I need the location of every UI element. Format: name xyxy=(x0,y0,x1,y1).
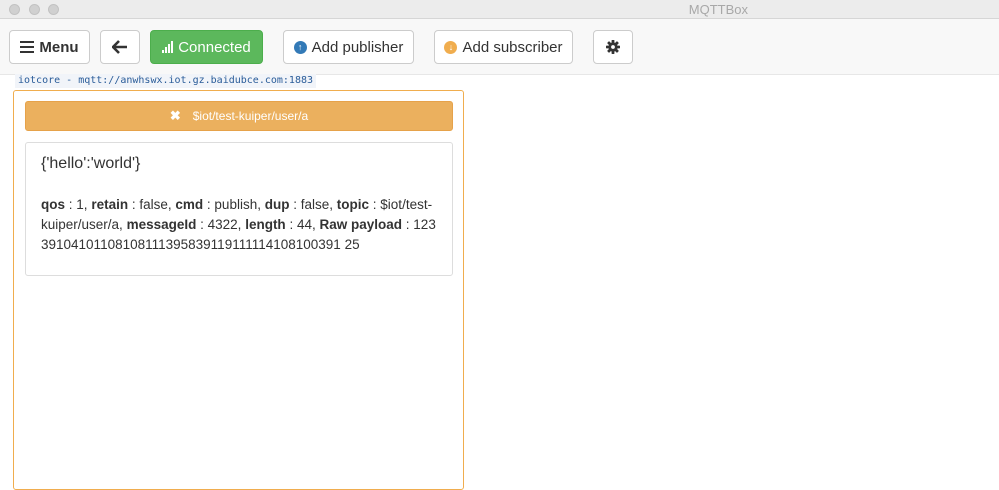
window-title: MQTTBox xyxy=(688,2,748,17)
connected-button-label: Connected xyxy=(178,38,251,56)
hamburger-icon xyxy=(20,41,35,53)
connected-button[interactable]: Connected xyxy=(150,30,263,64)
meta-value: publish xyxy=(214,197,258,212)
subscribed-topic: $iot/test-kuiper/user/a xyxy=(192,109,309,123)
meta-key: qos xyxy=(41,197,66,212)
meta-key: messageId xyxy=(126,217,197,232)
arrow-left-icon xyxy=(112,40,127,54)
meta-key: Raw payload xyxy=(319,217,403,232)
add-subscriber-button[interactable]: ↓ Add subscriber xyxy=(434,30,573,64)
meta-value: 44 xyxy=(296,217,312,232)
meta-value: 4322 xyxy=(207,217,238,232)
arrow-circle-up-icon: ↑ xyxy=(293,40,307,54)
title-bar: MQTTBox xyxy=(0,0,999,19)
meta-value: 1 xyxy=(76,197,84,212)
connection-label: iotcore - mqtt://anwhswx.iot.gz.baidubce… xyxy=(15,74,317,88)
menu-button-label: Menu xyxy=(39,38,79,56)
meta-key: topic xyxy=(336,197,370,212)
meta-key: length xyxy=(245,217,286,232)
add-subscriber-label: Add subscriber xyxy=(462,38,563,56)
back-button[interactable] xyxy=(100,30,140,64)
meta-key: dup xyxy=(264,197,290,212)
subscribed-topic-bar: ✖ $iot/test-kuiper/user/a xyxy=(25,101,453,131)
meta-value: false xyxy=(300,197,330,212)
signal-icon xyxy=(162,41,174,53)
arrow-circle-down-icon: ↓ xyxy=(444,40,458,54)
add-publisher-label: Add publisher xyxy=(311,38,404,56)
add-publisher-button[interactable]: ↑ Add publisher xyxy=(283,30,414,64)
meta-key: retain xyxy=(91,197,129,212)
meta-value: false xyxy=(139,197,168,212)
message-meta: qos : 1, retain : false, cmd : publish, … xyxy=(41,197,436,252)
toolbar: Menu Connected ↑ Add publisher ↓ Add sub… xyxy=(0,19,999,75)
close-icon[interactable]: ✖ xyxy=(170,108,181,124)
message-card: {'hello':'world'} qos : 1, retain : fals… xyxy=(25,142,453,276)
settings-button[interactable] xyxy=(593,30,633,64)
menu-button[interactable]: Menu xyxy=(9,30,90,64)
gear-icon xyxy=(606,40,620,54)
meta-key: cmd xyxy=(175,197,204,212)
message-payload: {'hello':'world'} xyxy=(41,155,141,172)
subscriber-panel: ✖ $iot/test-kuiper/user/a {'hello':'worl… xyxy=(13,90,464,490)
